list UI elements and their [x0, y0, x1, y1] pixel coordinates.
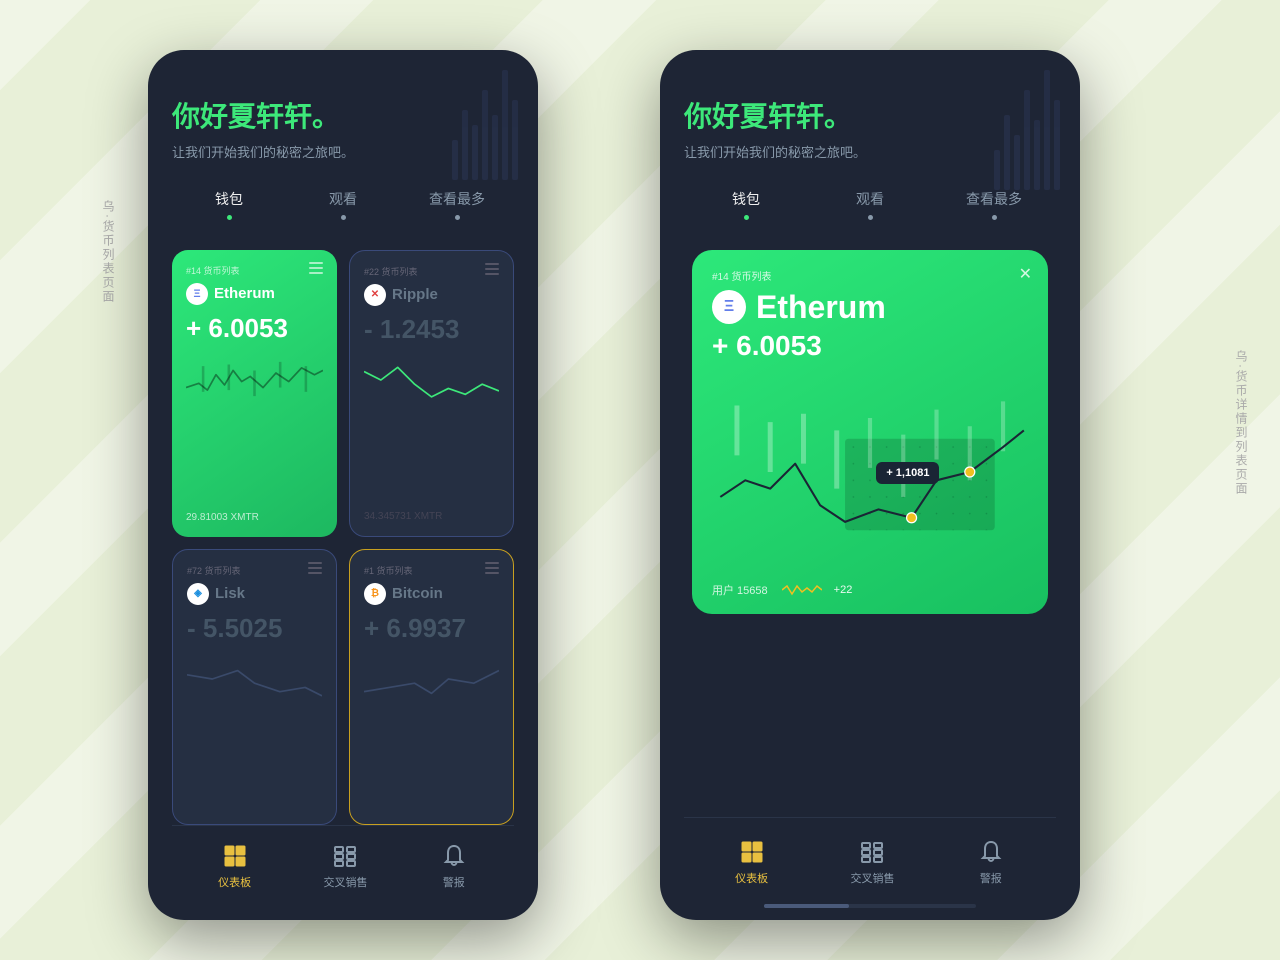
detail-change: +22: [834, 584, 853, 596]
tab-wallet-right[interactable]: 钱包: [684, 189, 808, 230]
coin-icon-ripple: ✕: [364, 284, 386, 306]
detail-card: #14 货币列表 ✕ Ξ Etherum + 6.0053: [692, 250, 1048, 614]
chart-tooltip: + 1,1081: [876, 462, 939, 484]
phone-left: 你好夏轩轩。 让我们开始我们的秘密之旅吧。 钱包 观看 查看最多 #14 货币列…: [148, 50, 538, 920]
coin-name-lisk: Lisk: [215, 585, 245, 602]
card-ripple[interactable]: #22 货币列表 ✕ Ripple - 1.2453 34.345731 XMT…: [349, 250, 514, 537]
nav-label-alert-right: 警报: [980, 870, 1002, 886]
card-menu-etherum[interactable]: [309, 262, 323, 274]
mini-chart-ripple: [364, 355, 499, 405]
mini-chart-lisk: [187, 654, 322, 704]
coin-name-etherum: Etherum: [214, 285, 275, 302]
crosssell-icon: [331, 842, 359, 870]
coin-value-ripple: - 1.2453: [364, 314, 499, 345]
phone-right-content: 你好夏轩轩。 让我们开始我们的秘密之旅吧。 钱包 观看 查看最多 #14 货币列…: [660, 50, 1080, 920]
bg-chart-left: [452, 70, 518, 180]
scroll-indicator: [764, 904, 976, 908]
rotated-label-left: 乌·货币列表页面: [100, 200, 117, 304]
coin-name-bitcoin: Bitcoin: [392, 585, 443, 602]
detail-coin-name: Etherum: [756, 289, 886, 326]
crosssell-icon-right: [858, 838, 886, 866]
detail-coin-value: + 6.0053: [712, 330, 1028, 362]
cards-grid-left: #14 货币列表 Ξ Etherum + 6.0053: [172, 250, 514, 825]
card-menu-bitcoin[interactable]: [485, 562, 499, 574]
card-menu-lisk[interactable]: [308, 562, 322, 574]
mini-chart-etherum: [186, 354, 323, 404]
phone-right: 你好夏轩轩。 让我们开始我们的秘密之旅吧。 钱包 观看 查看最多 #14 货币列…: [660, 50, 1080, 920]
bottom-nav-left: 仪表板 交叉销售: [172, 825, 514, 900]
mini-chart-bitcoin: [364, 654, 499, 704]
dashboard-icon: [221, 842, 249, 870]
bell-icon: [440, 842, 468, 870]
mini-wave-icon: [782, 582, 822, 598]
card-etherum[interactable]: #14 货币列表 Ξ Etherum + 6.0053: [172, 250, 337, 537]
bg-chart-right: [994, 70, 1060, 190]
card-menu-ripple[interactable]: [485, 263, 499, 275]
coin-xmtr-ripple: 34.345731 XMTR: [364, 511, 499, 522]
detail-card-tag: #14 货币列表: [712, 268, 1028, 283]
large-chart: + 1,1081: [712, 372, 1028, 572]
nav-label-alert-left: 警报: [443, 874, 465, 890]
card-lisk[interactable]: #72 货币列表 ◈ Lisk - 5.5025: [172, 549, 337, 825]
rotated-label-right: 乌·货币详情到列表页面: [1233, 350, 1250, 496]
nav-label-dashboard-left: 仪表板: [218, 874, 251, 890]
coin-icon-lisk: ◈: [187, 583, 209, 605]
card-tag-lisk: #72 货币列表: [187, 564, 322, 577]
nav-label-dashboard-right: 仪表板: [735, 870, 768, 886]
coin-icon-bitcoin: ₿: [364, 583, 386, 605]
nav-alert-right[interactable]: 警报: [977, 838, 1005, 886]
nav-label-crosssell-right: 交叉销售: [850, 870, 894, 886]
coin-xmtr-etherum: 29.81003 XMTR: [186, 512, 323, 523]
tab-wallet[interactable]: 钱包: [172, 189, 286, 230]
nav-dashboard-right[interactable]: 仪表板: [735, 838, 768, 886]
bell-icon-right: [977, 838, 1005, 866]
nav-alert-left[interactable]: 警报: [440, 842, 468, 890]
detail-coin-icon: Ξ: [712, 290, 746, 324]
phone-left-content: 你好夏轩轩。 让我们开始我们的秘密之旅吧。 钱包 观看 查看最多 #14 货币列…: [148, 50, 538, 920]
card-tag-bitcoin: #1 货币列表: [364, 564, 499, 577]
coin-value-lisk: - 5.5025: [187, 613, 322, 644]
large-chart-svg: [712, 372, 1028, 572]
nav-crosssell-left[interactable]: 交叉销售: [323, 842, 367, 890]
tabs-left: 钱包 观看 查看最多: [172, 189, 514, 230]
tab-watch-right[interactable]: 观看: [808, 189, 932, 230]
coin-name-ripple: Ripple: [392, 286, 438, 303]
tabs-right: 钱包 观看 查看最多: [684, 189, 1056, 230]
nav-label-crosssell-left: 交叉销售: [323, 874, 367, 890]
coin-value-etherum: + 6.0053: [186, 313, 323, 344]
bottom-nav-right: 仪表板 交叉销售: [684, 817, 1056, 896]
card-bitcoin[interactable]: #1 货币列表 ₿ Bitcoin + 6.9937: [349, 549, 514, 825]
dashboard-icon-right: [738, 838, 766, 866]
detail-users-label: 用户 15658: [712, 582, 768, 598]
coin-value-bitcoin: + 6.9937: [364, 613, 499, 644]
detail-bottom-bar: 用户 15658 +22: [712, 582, 1028, 598]
tab-top-right[interactable]: 查看最多: [932, 189, 1056, 230]
card-tag-etherum: #14 货币列表: [186, 264, 323, 277]
nav-crosssell-right[interactable]: 交叉销售: [850, 838, 894, 886]
card-tag-ripple: #22 货币列表: [364, 265, 499, 278]
close-button[interactable]: ✕: [1019, 264, 1032, 284]
tab-top[interactable]: 查看最多: [400, 189, 514, 230]
nav-dashboard-left[interactable]: 仪表板: [218, 842, 251, 890]
tab-watch[interactable]: 观看: [286, 189, 400, 230]
coin-icon-etherum: Ξ: [186, 283, 208, 305]
